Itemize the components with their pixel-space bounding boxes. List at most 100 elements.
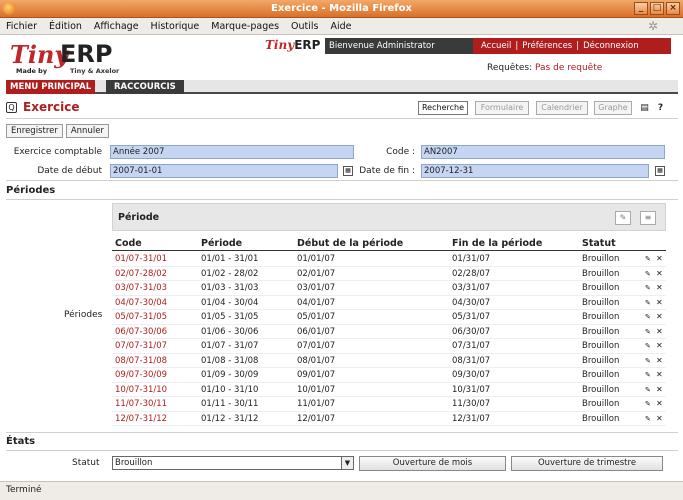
cancel-button[interactable]: Annuler	[65, 124, 109, 138]
table-row[interactable]: 05/07-31/05 01/05 - 31/05 05/01/07 05/31/07…	[112, 310, 666, 325]
menu-view[interactable]: Affichage	[94, 18, 139, 34]
edit-icon[interactable]: ✎	[645, 383, 651, 397]
divider	[6, 199, 678, 200]
table-row[interactable]: 08/07-31/08 01/08 - 31/08 08/01/07 08/31/07…	[112, 354, 666, 368]
delete-icon[interactable]: ✕	[656, 397, 663, 411]
calendar-icon[interactable]: ▦	[655, 166, 665, 176]
edit-icon[interactable]: ✎	[645, 325, 651, 339]
delete-icon[interactable]: ✕	[656, 339, 663, 353]
status-select[interactable]: Brouillon ▼	[112, 456, 354, 470]
menu-help[interactable]: Aide	[330, 18, 351, 34]
table-row[interactable]: 07/07-31/07 01/07 - 31/07 07/01/07 07/31/07…	[112, 339, 666, 354]
col-period[interactable]: Période	[201, 238, 242, 249]
delete-icon[interactable]: ✕	[656, 267, 663, 281]
fiscal-year-field[interactable]: Année 2007	[110, 145, 354, 159]
delete-icon[interactable]: ✕	[656, 310, 663, 324]
tinyerp-logo[interactable]: Tiny ERP Made by Tiny & Axelor	[8, 40, 138, 75]
table-row[interactable]: 02/07-28/02 01/02 - 28/02 02/01/07 02/28/07…	[112, 267, 666, 281]
period-end: 12/31/07	[452, 413, 491, 424]
table-row[interactable]: 04/07-30/04 01/04 - 30/04 04/01/07 04/30/07…	[112, 296, 666, 310]
main-menu-tab[interactable]: MENU PRINCIPAL	[6, 80, 96, 94]
open-quarters-button[interactable]: Ouverture de trimestre	[511, 456, 663, 471]
edit-icon[interactable]: ✎	[645, 252, 651, 266]
top-nav: Accueil | Préférences | Déconnexion	[473, 38, 671, 54]
divider	[6, 180, 678, 181]
divider	[6, 432, 678, 433]
shortcuts-tab[interactable]: RACCOURCIS	[106, 80, 184, 94]
delete-icon[interactable]: ✕	[656, 354, 663, 368]
minimize-button[interactable]: _	[634, 2, 648, 15]
period-code[interactable]: 06/07-30/06	[115, 325, 167, 339]
new-record-icon[interactable]: ✎	[615, 211, 631, 225]
menu-tools[interactable]: Outils	[291, 18, 318, 34]
close-window-button[interactable]: ×	[666, 2, 680, 15]
code-label: Code :	[386, 147, 415, 157]
delete-icon[interactable]: ✕	[656, 383, 663, 397]
menu-file[interactable]: Fichier	[6, 18, 37, 34]
period-code[interactable]: 09/07-30/09	[115, 368, 167, 382]
end-date-field[interactable]: 2007-12-31	[421, 164, 649, 178]
edit-icon[interactable]: ✎	[645, 354, 651, 368]
search-icon[interactable]: Q	[6, 102, 17, 113]
table-row[interactable]: 12/07-31/12 01/12 - 31/12 12/01/07 12/31/07…	[112, 412, 666, 426]
edit-icon[interactable]: ✎	[645, 281, 651, 295]
clipboard-icon[interactable]: ▤	[639, 102, 650, 114]
open-periods-button[interactable]: Ouverture de mois	[359, 456, 506, 471]
table-row[interactable]: 09/07-30/09 01/09 - 30/09 09/01/07 09/30/07…	[112, 368, 666, 383]
main-menu-bar: MENU PRINCIPAL RACCOURCIS	[6, 80, 678, 94]
period-code[interactable]: 04/07-30/04	[115, 296, 167, 310]
list-icon[interactable]: ≡	[640, 211, 656, 225]
edit-icon[interactable]: ✎	[645, 339, 651, 353]
col-start[interactable]: Début de la période	[297, 238, 403, 249]
save-button[interactable]: Enregistrer	[6, 124, 63, 138]
requests-link[interactable]: Pas de requête	[535, 63, 602, 73]
col-status[interactable]: Statut	[582, 238, 616, 249]
edit-icon[interactable]: ✎	[645, 412, 651, 426]
period-code[interactable]: 03/07-31/03	[115, 281, 167, 295]
start-date-field[interactable]: 2007-01-01	[110, 164, 338, 178]
edit-icon[interactable]: ✎	[645, 296, 651, 310]
col-code[interactable]: Code	[115, 238, 142, 249]
delete-icon[interactable]: ✕	[656, 368, 663, 382]
edit-icon[interactable]: ✎	[645, 397, 651, 411]
maximize-button[interactable]: □	[650, 2, 664, 15]
nav-preferences[interactable]: Préférences	[522, 38, 572, 54]
table-row[interactable]: 06/07-30/06 01/06 - 30/06 06/01/07 06/30/07…	[112, 325, 666, 339]
menu-edit[interactable]: Édition	[49, 18, 82, 34]
edit-icon[interactable]: ✎	[645, 310, 651, 324]
nav-home[interactable]: Accueil	[481, 38, 511, 54]
delete-icon[interactable]: ✕	[656, 296, 663, 310]
chevron-down-icon[interactable]: ▼	[341, 457, 353, 469]
col-end[interactable]: Fin de la période	[452, 238, 542, 249]
delete-icon[interactable]: ✕	[656, 252, 663, 266]
edit-icon[interactable]: ✎	[645, 368, 651, 382]
code-field[interactable]: AN2007	[421, 145, 665, 159]
help-icon[interactable]: ?	[655, 102, 666, 114]
period-code[interactable]: 12/07-31/12	[115, 412, 167, 426]
period-start: 04/01/07	[297, 297, 336, 308]
nav-logout[interactable]: Déconnexion	[583, 38, 638, 54]
table-row[interactable]: 11/07-30/11 01/11 - 30/11 11/01/07 11/30/07…	[112, 397, 666, 412]
period-code[interactable]: 08/07-31/08	[115, 354, 167, 368]
table-row[interactable]: 01/07-31/01 01/01 - 31/01 01/01/07 01/31/07…	[112, 252, 666, 267]
edit-icon[interactable]: ✎	[645, 267, 651, 281]
delete-icon[interactable]: ✕	[656, 281, 663, 295]
period-code[interactable]: 10/07-31/10	[115, 383, 167, 397]
period-code[interactable]: 07/07-31/07	[115, 339, 167, 353]
period-code[interactable]: 02/07-28/02	[115, 267, 167, 281]
table-row[interactable]: 10/07-31/10 01/10 - 31/10 10/01/07 10/31/07…	[112, 383, 666, 397]
view-search-button[interactable]: Recherche	[418, 101, 468, 115]
menu-bookmarks[interactable]: Marque-pages	[211, 18, 279, 34]
menu-history[interactable]: Historique	[151, 18, 200, 34]
delete-icon[interactable]: ✕	[656, 412, 663, 426]
small-logo-tiny: Tiny	[265, 38, 295, 52]
period-code[interactable]: 05/07-31/05	[115, 310, 167, 324]
view-form-button[interactable]: Formulaire	[475, 101, 529, 115]
table-row[interactable]: 03/07-31/03 01/03 - 31/03 03/01/07 03/31/07…	[112, 281, 666, 296]
period-name: 01/12 - 31/12	[201, 413, 259, 424]
period-code[interactable]: 01/07-31/01	[115, 252, 167, 266]
period-code[interactable]: 11/07-30/11	[115, 397, 167, 411]
view-graph-button[interactable]: Graphe	[594, 101, 632, 115]
delete-icon[interactable]: ✕	[656, 325, 663, 339]
view-calendar-button[interactable]: Calendrier	[536, 101, 588, 115]
